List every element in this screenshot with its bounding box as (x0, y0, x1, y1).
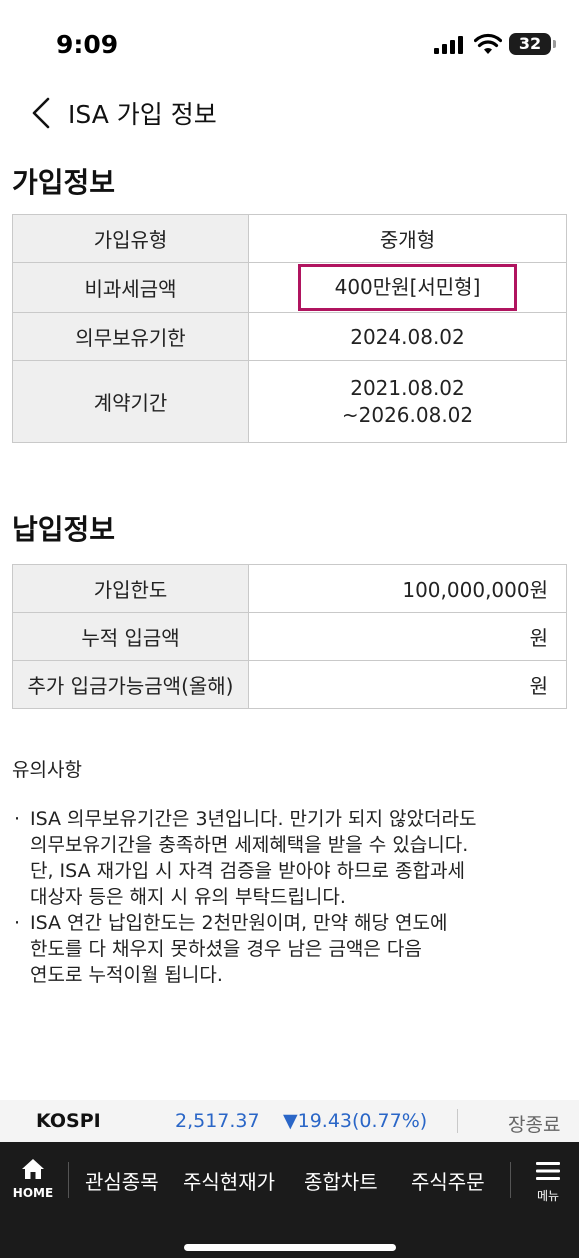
notice-title: 유의사항 (12, 759, 82, 781)
cellular-signal-icon (434, 36, 463, 54)
tab-chart[interactable]: 종합차트 (304, 1166, 378, 1195)
bullet-mark: · (14, 808, 21, 830)
menu-button[interactable]: 메뉴 (528, 1160, 568, 1204)
row-label: 가입한도 (12, 564, 249, 613)
row-label: 계약기간 (12, 360, 249, 443)
notice-list: · ISA 의무보유기간은 3년입니다. 만기가 되지 않았더라도 의무보유기간… (14, 806, 564, 988)
battery-icon: 32 (509, 33, 556, 55)
row-label: 추가 입금가능금액(올해) (12, 660, 249, 709)
row-value: 원 (248, 660, 567, 709)
wifi-icon (474, 33, 502, 54)
join-info-title: 가입정보 (12, 166, 116, 199)
nav-header: ISA 가입 정보 (0, 92, 579, 134)
row-value: 100,000,000원 (248, 564, 567, 613)
notice-item: · ISA 의무보유기간은 3년입니다. 만기가 되지 않았더라도 의무보유기간… (14, 806, 564, 910)
table-row: 가입한도 100,000,000원 (12, 564, 567, 613)
home-indicator (184, 1244, 396, 1251)
battery-level: 32 (518, 34, 542, 53)
table-row: 비과세금액 400만원[서민형] (12, 262, 567, 313)
table-row: 가입유형 중개형 (12, 214, 567, 263)
bullet-mark: · (14, 912, 21, 934)
status-time: 9:09 (56, 30, 119, 59)
tab-stock-price[interactable]: 주식현재가 (183, 1166, 275, 1195)
row-label: 가입유형 (12, 214, 249, 263)
back-chevron-icon[interactable] (28, 96, 56, 130)
notice-item: · ISA 연간 납입한도는 2천만원이며, 만약 해당 연도에 한도를 다 채… (14, 910, 564, 988)
notice-line: ISA 의무보유기간은 3년입니다. 만기가 되지 않았더라도 (30, 808, 477, 830)
home-button[interactable]: HOME (8, 1158, 58, 1202)
tab-watchlist[interactable]: 관심종목 (85, 1166, 159, 1195)
home-label: HOME (12, 1186, 54, 1200)
home-icon (22, 1159, 44, 1179)
payment-info-table: 가입한도 100,000,000원 누적 입금액 원 추가 입금가능금액(올해)… (12, 564, 567, 709)
row-value: 원 (248, 612, 567, 661)
join-info-table: 가입유형 중개형 비과세금액 400만원[서민형] 의무보유기한 2024.08… (12, 214, 567, 443)
row-label: 의무보유기한 (12, 312, 249, 361)
row-value: 중개형 (248, 214, 567, 263)
table-row: 추가 입금가능금액(올해) 원 (12, 660, 567, 709)
ticker-value: 2,517.37 (175, 1110, 260, 1132)
divider (68, 1162, 69, 1198)
row-value: 2021.08.02 ~2026.08.02 (248, 360, 567, 443)
payment-info-title: 납입정보 (12, 513, 116, 546)
contract-start: 2021.08.02 (350, 375, 465, 400)
ticker-change: ▼19.43(0.77%) (283, 1110, 428, 1132)
row-label: 비과세금액 (12, 262, 249, 313)
bottom-nav: HOME 관심종목 주식현재가 종합차트 주식주문 메뉴 (0, 1142, 579, 1258)
notice-line: 연도로 누적이월 됩니다. (30, 964, 223, 986)
status-bar: 9:09 32 (0, 0, 579, 90)
notice-line: 한도를 다 채우지 못하셨을 경우 남은 금액은 다음 (30, 938, 422, 960)
table-row: 의무보유기한 2024.08.02 (12, 312, 567, 361)
row-label: 누적 입금액 (12, 612, 249, 661)
row-value: 2024.08.02 (248, 312, 567, 361)
notice-line: 단, ISA 재가입 시 자격 검증을 받아야 하므로 종합과세 (30, 860, 465, 882)
highlighted-tax-free-amount: 400만원[서민형] (297, 264, 518, 311)
notice-line: 대상자 등은 해지 시 유의 부탁드립니다. (30, 886, 346, 908)
index-ticker[interactable]: KOSPI 2,517.37 ▼19.43(0.77%) 장종료 (0, 1100, 579, 1142)
contract-end: ~2026.08.02 (341, 402, 474, 427)
divider (457, 1109, 458, 1133)
ticker-name: KOSPI (36, 1110, 101, 1132)
tab-order[interactable]: 주식주문 (411, 1166, 485, 1195)
market-status: 장종료 (508, 1114, 561, 1136)
row-value: 400만원[서민형] (248, 262, 567, 313)
notice-line: ISA 연간 납입한도는 2천만원이며, 만약 해당 연도에 (30, 912, 448, 934)
table-row: 계약기간 2021.08.02 ~2026.08.02 (12, 360, 567, 443)
table-row: 누적 입금액 원 (12, 612, 567, 661)
page-title: ISA 가입 정보 (68, 100, 217, 129)
divider (510, 1162, 511, 1198)
menu-label: 메뉴 (536, 1189, 560, 1203)
hamburger-menu-icon (536, 1162, 560, 1180)
notice-line: 의무보유기간을 충족하면 세제혜택을 받을 수 있습니다. (30, 834, 469, 856)
